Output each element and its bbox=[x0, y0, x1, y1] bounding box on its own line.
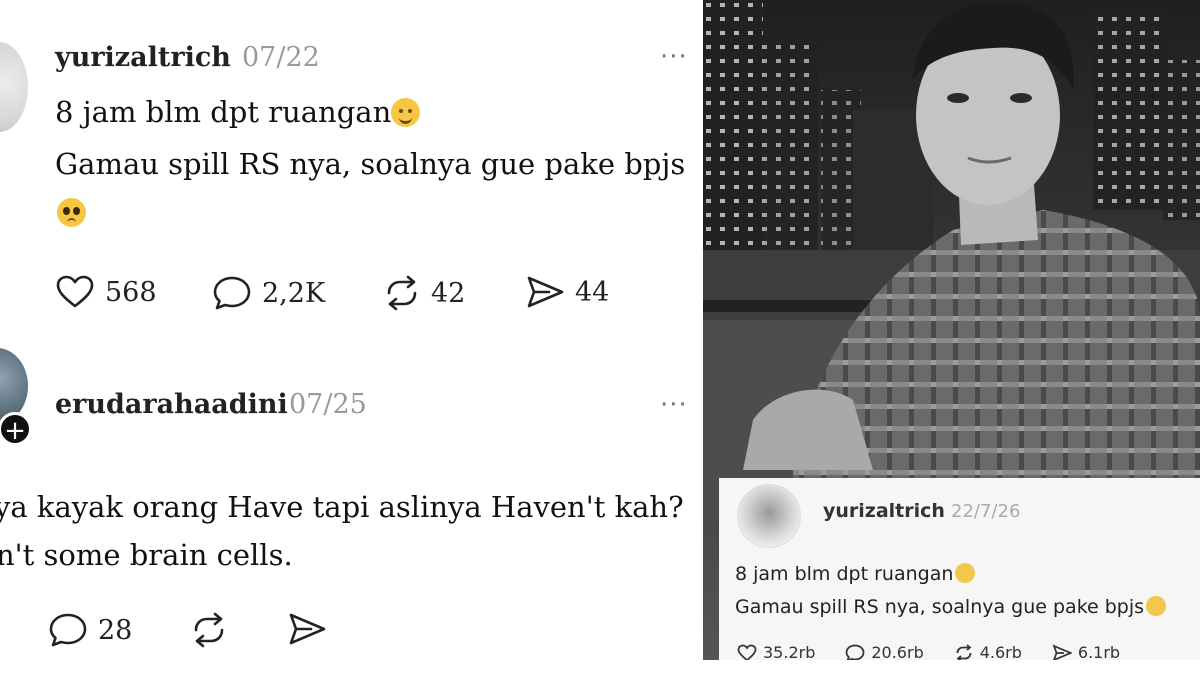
repost-icon bbox=[194, 612, 224, 648]
pleading-face-emoji-icon bbox=[57, 198, 86, 227]
smiling-tear-emoji-icon bbox=[955, 563, 976, 583]
inset-stats: 35.2rb 20.6rb 4.6rb 6.1rb bbox=[737, 643, 1120, 660]
inset-like-stat: 35.2rb bbox=[737, 643, 815, 660]
post-text-line: ya kayak orang Have tapi aslinya Haven't… bbox=[0, 490, 684, 524]
repost-button[interactable] bbox=[190, 612, 238, 648]
inset-comment-count: 20.6rb bbox=[871, 643, 924, 660]
inset-share-stat: 6.1rb bbox=[1052, 643, 1120, 660]
send-icon bbox=[1052, 643, 1072, 660]
heart-icon bbox=[737, 644, 757, 660]
share-button[interactable] bbox=[287, 612, 337, 646]
follow-plus-icon[interactable]: + bbox=[0, 412, 32, 446]
avatar bbox=[737, 484, 801, 548]
more-dots-icon[interactable]: ··· bbox=[660, 42, 688, 72]
send-icon bbox=[289, 613, 326, 645]
inset-share-count: 6.1rb bbox=[1077, 643, 1121, 660]
post-text-emoji bbox=[57, 198, 86, 227]
repost-count: 42 bbox=[431, 277, 466, 309]
comment-button[interactable]: 2,2K bbox=[212, 275, 325, 311]
thread-panel: yurizaltrich 07/22 ··· 8 jam blm dpt rua… bbox=[0, 0, 700, 675]
inset-date: 22/7/26 bbox=[951, 501, 1021, 522]
heart-icon bbox=[56, 275, 94, 308]
post-username[interactable]: erudarahaadini bbox=[55, 389, 288, 420]
share-count: 44 bbox=[575, 276, 610, 308]
like-button[interactable]: 568 bbox=[55, 275, 157, 309]
send-icon bbox=[527, 276, 564, 308]
photo-panel: yurizaltrich 22/7/26 8 jam blm dpt ruang… bbox=[703, 0, 1200, 660]
repost-icon bbox=[956, 643, 972, 660]
inset-text-line: 8 jam blm dpt ruangan bbox=[735, 563, 954, 585]
inset-text: Gamau spill RS nya, soalnya gue pake bpj… bbox=[735, 596, 1167, 618]
pleading-face-emoji-icon bbox=[1146, 596, 1167, 616]
post-text-line: 8 jam blm dpt ruangan bbox=[55, 95, 392, 129]
post-text-line: Gamau spill RS nya, soalnya gue pake bpj… bbox=[55, 147, 686, 181]
post-username[interactable]: yurizaltrich bbox=[55, 42, 231, 73]
post-date: 07/25 bbox=[289, 389, 367, 420]
inset-text-line: Gamau spill RS nya, soalnya gue pake bpj… bbox=[735, 596, 1145, 618]
repost-button[interactable]: 42 bbox=[383, 275, 465, 311]
inset-like-count: 35.2rb bbox=[763, 643, 816, 660]
comment-bubble-icon bbox=[845, 644, 865, 660]
comment-button[interactable]: 28 bbox=[48, 612, 132, 648]
smiling-tear-emoji-icon bbox=[391, 98, 421, 127]
post-text-line: n't some brain cells. bbox=[0, 538, 293, 572]
comment-count: 28 bbox=[98, 614, 133, 646]
more-dots-icon[interactable]: ··· bbox=[660, 390, 688, 420]
inset-screenshot: yurizaltrich 22/7/26 8 jam blm dpt ruang… bbox=[719, 478, 1200, 660]
inset-text: 8 jam blm dpt ruangan bbox=[735, 563, 976, 585]
avatar[interactable] bbox=[0, 42, 28, 132]
comment-count: 2,2K bbox=[262, 277, 326, 309]
inset-username: yurizaltrich bbox=[823, 500, 945, 522]
inset-repost-stat: 4.6rb bbox=[954, 643, 1022, 660]
repost-icon bbox=[387, 275, 417, 311]
inset-repost-count: 4.6rb bbox=[979, 643, 1022, 660]
inset-comment-stat: 20.6rb bbox=[845, 643, 924, 660]
post-date: 07/22 bbox=[242, 42, 320, 73]
comment-bubble-icon bbox=[213, 276, 251, 310]
comment-bubble-icon bbox=[49, 613, 87, 647]
share-button[interactable]: 44 bbox=[525, 275, 609, 309]
like-count: 568 bbox=[105, 276, 157, 308]
post-text: 8 jam blm dpt ruangan bbox=[55, 95, 421, 129]
